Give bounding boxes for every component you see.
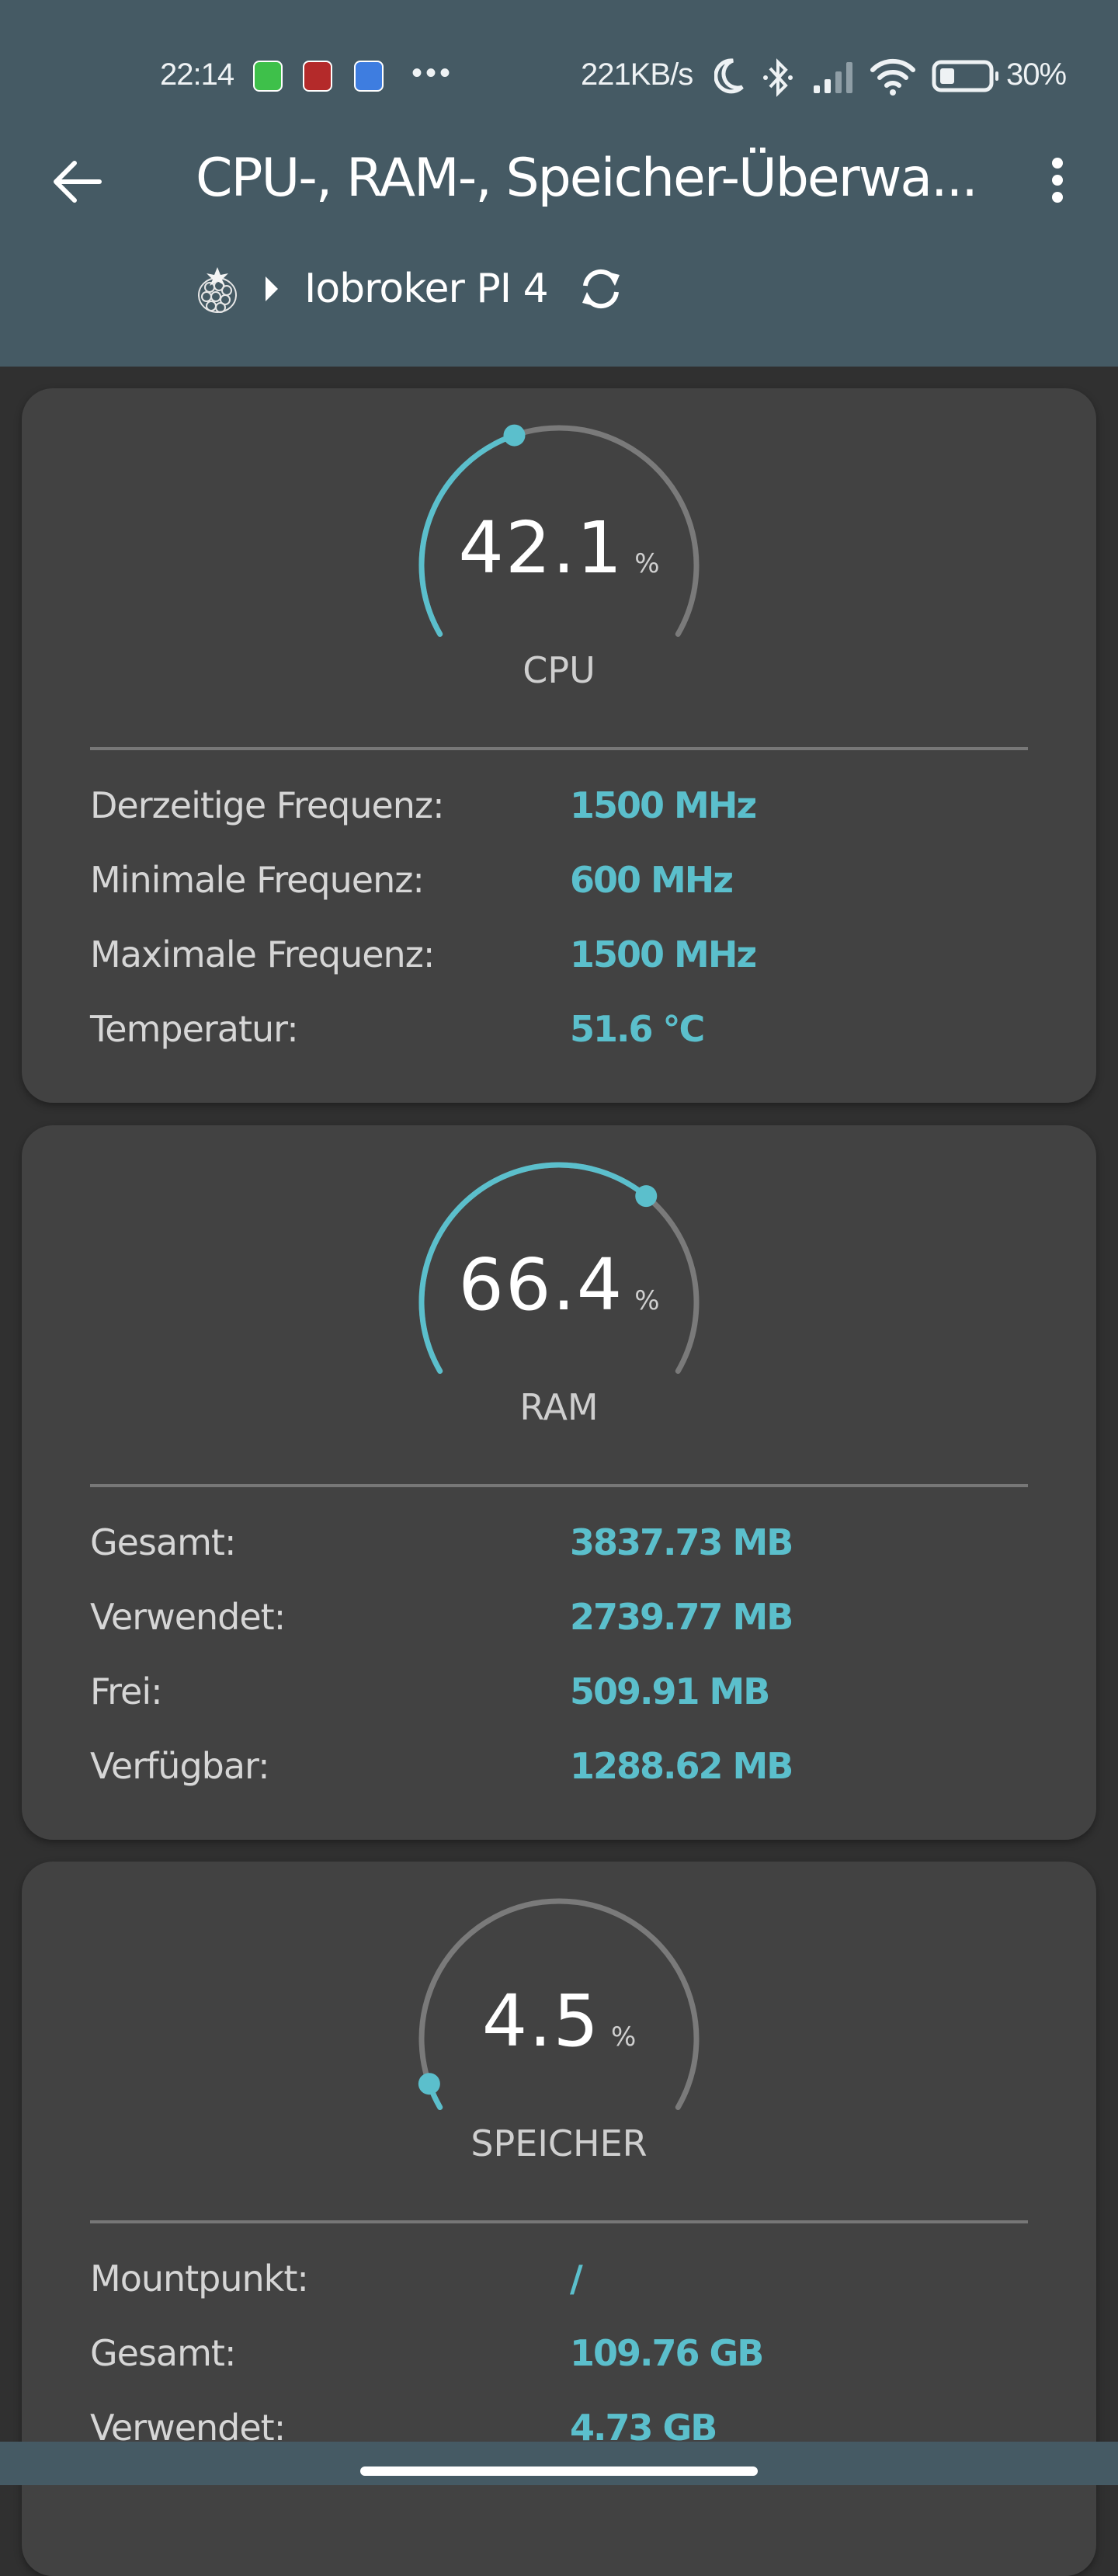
row-label: Verfügbar:: [90, 1745, 270, 1787]
detail-row-min-frequency: Minimale Frequenz: 600 MHz: [90, 859, 1028, 933]
row-value: 51.6 °C: [570, 1008, 705, 1050]
row-value: 2739.77 MB: [570, 1596, 793, 1638]
row-value: 109.76 GB: [570, 2332, 764, 2374]
detail-row-available: Verfügbar: 1288.62 MB: [90, 1745, 1028, 1820]
detail-row-used: Verwendet: 2739.77 MB: [90, 1596, 1028, 1670]
row-value: 600 MHz: [570, 859, 734, 901]
home-assistant-icon: [354, 61, 384, 92]
raspberry-icon: [198, 267, 237, 313]
storage-gauge: 4.5% SPEICHER: [22, 1862, 1096, 2203]
battery-icon: [932, 60, 998, 92]
row-label: Temperatur:: [90, 1008, 299, 1050]
gauge-handle: [503, 424, 526, 447]
detail-row-mountpoint: Mountpunkt: /: [90, 2258, 1028, 2332]
cpu-gauge: 42.1% CPU: [22, 388, 1096, 730]
detail-row-free: Frei: 509.91 MB: [90, 1670, 1028, 1745]
detail-row-total: Gesamt: 3837.73 MB: [90, 1521, 1028, 1596]
row-value: 509.91 MB: [570, 1670, 770, 1712]
battery-percent: 30%: [1006, 57, 1067, 92]
row-label: Derzeitige Frequenz:: [90, 784, 445, 826]
gauge-label: RAM: [519, 1386, 599, 1428]
page-title: CPU-, RAM-, Speicher-Überwa...: [196, 148, 978, 209]
refresh-button[interactable]: [576, 264, 626, 314]
gauge-handle: [418, 2073, 440, 2095]
gauge-label: CPU: [523, 649, 595, 691]
row-value: 3837.73 MB: [570, 1521, 793, 1563]
row-label: Minimale Frequenz:: [90, 859, 425, 901]
divider: [90, 747, 1028, 750]
detail-row-max-frequency: Maximale Frequenz: 1500 MHz: [90, 933, 1028, 1008]
row-value: 1500 MHz: [570, 933, 757, 975]
divider: [90, 1484, 1028, 1487]
cpu-card: 42.1% CPU Derzeitige Frequenz: 1500 MHz …: [22, 388, 1096, 1103]
row-label: Frei:: [90, 1670, 163, 1712]
row-label: Gesamt:: [90, 2332, 236, 2374]
kebab-menu-icon: [1052, 158, 1063, 203]
row-label: Verwendet:: [90, 1596, 286, 1638]
status-bar: 22:14 ••• 221KB/s 30%: [0, 0, 1118, 132]
bluetooth-icon: [763, 58, 793, 97]
row-value: /: [570, 2258, 583, 2300]
detail-row-current-frequency: Derzeitige Frequenz: 1500 MHz: [90, 784, 1028, 859]
ram-gauge: 66.4% RAM: [22, 1125, 1096, 1467]
back-button[interactable]: [45, 157, 110, 207]
detail-row-temperature: Temperatur: 51.6 °C: [90, 1008, 1028, 1083]
more-notifications-icon: •••: [411, 56, 454, 90]
detail-row-total: Gesamt: 109.76 GB: [90, 2332, 1028, 2407]
system-navigation-bar: [0, 2442, 1118, 2485]
gauge-value: 4.5: [481, 1980, 600, 2063]
device-name: Iobroker PI 4: [304, 266, 549, 312]
network-speed: 221KB/s: [581, 57, 693, 92]
whatsapp-icon: [253, 61, 283, 92]
row-label: Gesamt:: [90, 1521, 236, 1563]
arrow-left-icon: [54, 161, 102, 203]
gauge-unit: %: [634, 548, 660, 579]
breadcrumb: Iobroker PI 4: [194, 261, 626, 317]
gauge-value: 42.1: [458, 506, 624, 589]
gauge-unit: %: [611, 2022, 637, 2053]
ram-card: 66.4% RAM Gesamt: 3837.73 MB Verwendet: …: [22, 1125, 1096, 1840]
signal-icon: [814, 62, 852, 93]
home-gesture-handle[interactable]: [360, 2466, 758, 2476]
gauge-value: 66.4: [458, 1243, 624, 1326]
details-list: Gesamt: 3837.73 MB Verwendet: 2739.77 MB…: [90, 1521, 1028, 1820]
row-value: 1500 MHz: [570, 784, 757, 826]
caret-right-icon: [266, 276, 278, 301]
gauge-unit: %: [634, 1285, 660, 1316]
gauge-label: SPEICHER: [470, 2122, 648, 2164]
moon-icon: [714, 58, 744, 94]
details-list: Derzeitige Frequenz: 1500 MHz Minimale F…: [90, 784, 1028, 1083]
divider: [90, 2220, 1028, 2223]
more-options-button[interactable]: [1040, 154, 1075, 213]
app-bar: CPU-, RAM-, Speicher-Überwa... Iobroker …: [0, 132, 1118, 367]
row-label: Mountpunkt:: [90, 2258, 309, 2300]
gauge-handle: [635, 1185, 658, 1208]
row-label: Maximale Frequenz:: [90, 933, 435, 975]
wifi-icon: [870, 58, 915, 96]
row-value: 1288.62 MB: [570, 1745, 793, 1787]
red-app-icon: [303, 61, 332, 92]
status-time: 22:14: [160, 57, 234, 92]
